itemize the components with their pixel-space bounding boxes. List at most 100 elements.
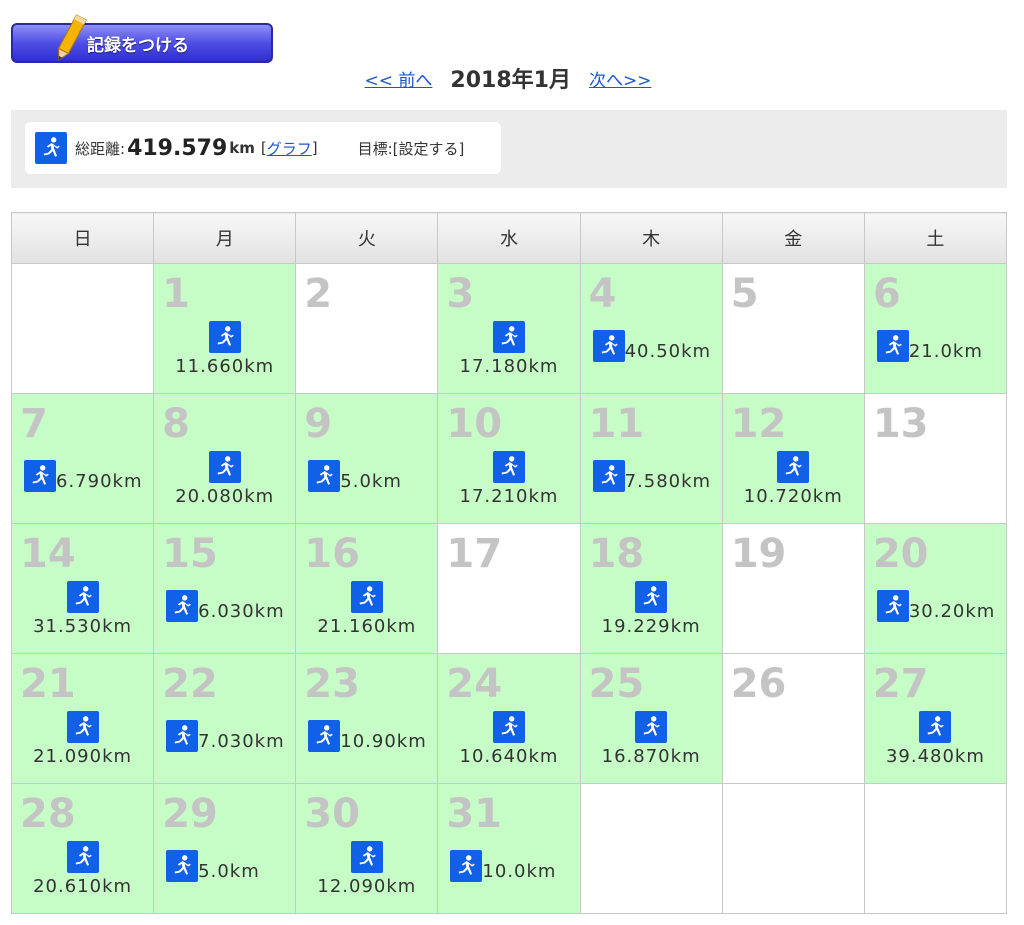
- calendar-day-cell[interactable]: 19: [721, 523, 865, 654]
- calendar-day-cell[interactable]: 16 21.160km: [295, 523, 439, 654]
- calendar-day-cell[interactable]: 29 5.0km: [153, 783, 297, 914]
- run-entry[interactable]: 10.720km: [723, 451, 864, 507]
- calendar-day-cell[interactable]: 17: [437, 523, 581, 654]
- running-person-icon: [350, 841, 383, 873]
- run-distance: 19.229km: [601, 616, 701, 637]
- day-number: 18: [588, 531, 645, 577]
- run-entry[interactable]: 19.229km: [581, 581, 722, 637]
- day-number: 6: [872, 271, 901, 317]
- run-entry[interactable]: 17.210km: [438, 451, 579, 507]
- running-person-icon: [492, 321, 525, 353]
- calendar-day-cell[interactable]: 21 21.090km: [10, 653, 155, 784]
- calendar-table: 日 月 火 水 木 金 土 1 11.660km 2 3 17.180km 4 40.…: [10, 212, 1008, 914]
- calendar-week-row: 28 20.610km 29 5.0km 30 12.090km 31 10.0km: [10, 783, 1008, 914]
- record-button[interactable]: 記録をつける: [11, 14, 273, 63]
- run-entry[interactable]: 17.180km: [438, 321, 579, 377]
- day-number: 20: [872, 531, 929, 577]
- day-number: 11: [588, 401, 645, 447]
- calendar-day-cell[interactable]: 31 10.0km: [437, 783, 581, 914]
- run-entry[interactable]: 31.530km: [12, 581, 153, 637]
- calendar-day-cell[interactable]: 2: [295, 263, 439, 394]
- run-entry[interactable]: 39.480km: [865, 711, 1006, 767]
- calendar-day-cell[interactable]: 9 5.0km: [295, 393, 439, 524]
- calendar-day-cell[interactable]: 27 39.480km: [863, 653, 1008, 784]
- calendar-day-cell[interactable]: 24 10.640km: [437, 653, 581, 784]
- run-distance: 11.660km: [175, 356, 275, 377]
- calendar-day-cell[interactable]: 13: [863, 393, 1008, 524]
- run-distance: 30.20km: [908, 600, 996, 622]
- calendar-week-row: 7 6.790km 8 20.080km 9 5.0km 10 17.210km 11 …: [10, 393, 1008, 524]
- calendar-day-cell[interactable]: 30 12.090km: [295, 783, 439, 914]
- running-person-icon: [66, 581, 99, 613]
- run-distance: 6.030km: [198, 600, 285, 622]
- run-entry[interactable]: 7.580km: [592, 460, 722, 492]
- prev-month-link[interactable]: << 前へ: [365, 66, 433, 91]
- graph-bracket-close: ]: [311, 139, 318, 157]
- day-number: 8: [162, 401, 190, 447]
- summary-box: 総距離: 419.579 km [ グラフ ] 目標:[設定する]: [25, 122, 501, 174]
- run-entry[interactable]: 7.030km: [166, 720, 295, 752]
- day-number: 4: [588, 271, 617, 317]
- run-entry[interactable]: 11.660km: [154, 321, 295, 377]
- run-entry[interactable]: 40.50km: [592, 330, 722, 362]
- calendar-day-cell[interactable]: 4 40.50km: [579, 263, 723, 394]
- calendar-day-cell[interactable]: 28 20.610km: [10, 783, 155, 914]
- calendar-day-cell[interactable]: 11 7.580km: [579, 393, 723, 524]
- weekday-header-row: 日 月 火 水 木 金 土: [10, 212, 1008, 264]
- run-entry[interactable]: 21.0km: [876, 330, 1006, 362]
- calendar-day-cell[interactable]: 1 11.660km: [153, 263, 297, 394]
- calendar-day-cell[interactable]: 8 20.080km: [153, 393, 297, 524]
- run-distance: 10.90km: [340, 730, 427, 752]
- run-entry[interactable]: 10.0km: [450, 850, 579, 882]
- total-distance-unit: km: [229, 139, 255, 157]
- calendar-day-cell[interactable]: 12 10.720km: [721, 393, 865, 524]
- running-person-icon: [208, 321, 241, 353]
- calendar-day-cell[interactable]: 18 19.229km: [579, 523, 723, 654]
- pencil-icon: [57, 14, 87, 61]
- running-person-icon: [450, 850, 483, 882]
- total-distance-value: 419.579: [127, 135, 228, 161]
- calendar-week-row: 14 31.530km 15 6.030km 16 21.160km 17 18 19.…: [10, 523, 1008, 654]
- graph-link[interactable]: グラフ: [267, 138, 312, 159]
- run-entry[interactable]: 10.90km: [308, 720, 437, 752]
- run-distance: 10.640km: [459, 746, 559, 767]
- calendar-day-cell[interactable]: 22 7.030km: [153, 653, 297, 784]
- run-entry[interactable]: 6.030km: [166, 590, 295, 622]
- running-person-icon: [919, 711, 952, 743]
- running-person-icon: [66, 841, 99, 873]
- calendar-day-cell[interactable]: 15 6.030km: [153, 523, 297, 654]
- run-entry[interactable]: 21.090km: [12, 711, 153, 767]
- run-entry[interactable]: 5.0km: [308, 460, 437, 492]
- calendar-day-cell[interactable]: 26: [721, 653, 865, 784]
- calendar-day-cell[interactable]: 6 21.0km: [863, 263, 1008, 394]
- run-entry[interactable]: 30.20km: [876, 590, 1006, 622]
- run-entry[interactable]: 5.0km: [166, 850, 295, 882]
- day-number: 13: [872, 401, 929, 447]
- calendar-day-cell[interactable]: 25 16.870km: [579, 653, 723, 784]
- calendar-day-cell[interactable]: 14 31.530km: [10, 523, 155, 654]
- running-person-icon: [635, 581, 668, 613]
- next-month-link[interactable]: 次へ>>: [589, 66, 652, 91]
- calendar-day-cell[interactable]: 20 30.20km: [863, 523, 1008, 654]
- run-entry[interactable]: 10.640km: [438, 711, 579, 767]
- run-distance: 5.0km: [198, 860, 260, 882]
- calendar-day-cell[interactable]: 23 10.90km: [295, 653, 439, 784]
- run-entry[interactable]: 6.790km: [24, 460, 153, 492]
- calendar-day-cell[interactable]: 10 17.210km: [437, 393, 581, 524]
- run-distance: 21.0km: [908, 340, 983, 362]
- run-entry[interactable]: 20.610km: [12, 841, 153, 897]
- calendar-day-cell[interactable]: 3 17.180km: [437, 263, 581, 394]
- run-distance: 12.090km: [317, 876, 417, 897]
- run-entry[interactable]: 16.870km: [581, 711, 722, 767]
- weekday-header: 金: [721, 212, 865, 264]
- weekday-header: 日: [10, 212, 155, 264]
- run-entry[interactable]: 12.090km: [296, 841, 437, 897]
- calendar-day-cell[interactable]: 7 6.790km: [10, 393, 155, 524]
- run-distance: 39.480km: [885, 746, 985, 767]
- run-entry[interactable]: 21.160km: [296, 581, 437, 637]
- goal-setting-link[interactable]: 目標:[設定する]: [358, 138, 465, 159]
- calendar-day-cell[interactable]: 5: [721, 263, 865, 394]
- run-entry[interactable]: 20.080km: [154, 451, 295, 507]
- day-number: 3: [446, 271, 475, 317]
- run-distance: 21.160km: [317, 616, 417, 637]
